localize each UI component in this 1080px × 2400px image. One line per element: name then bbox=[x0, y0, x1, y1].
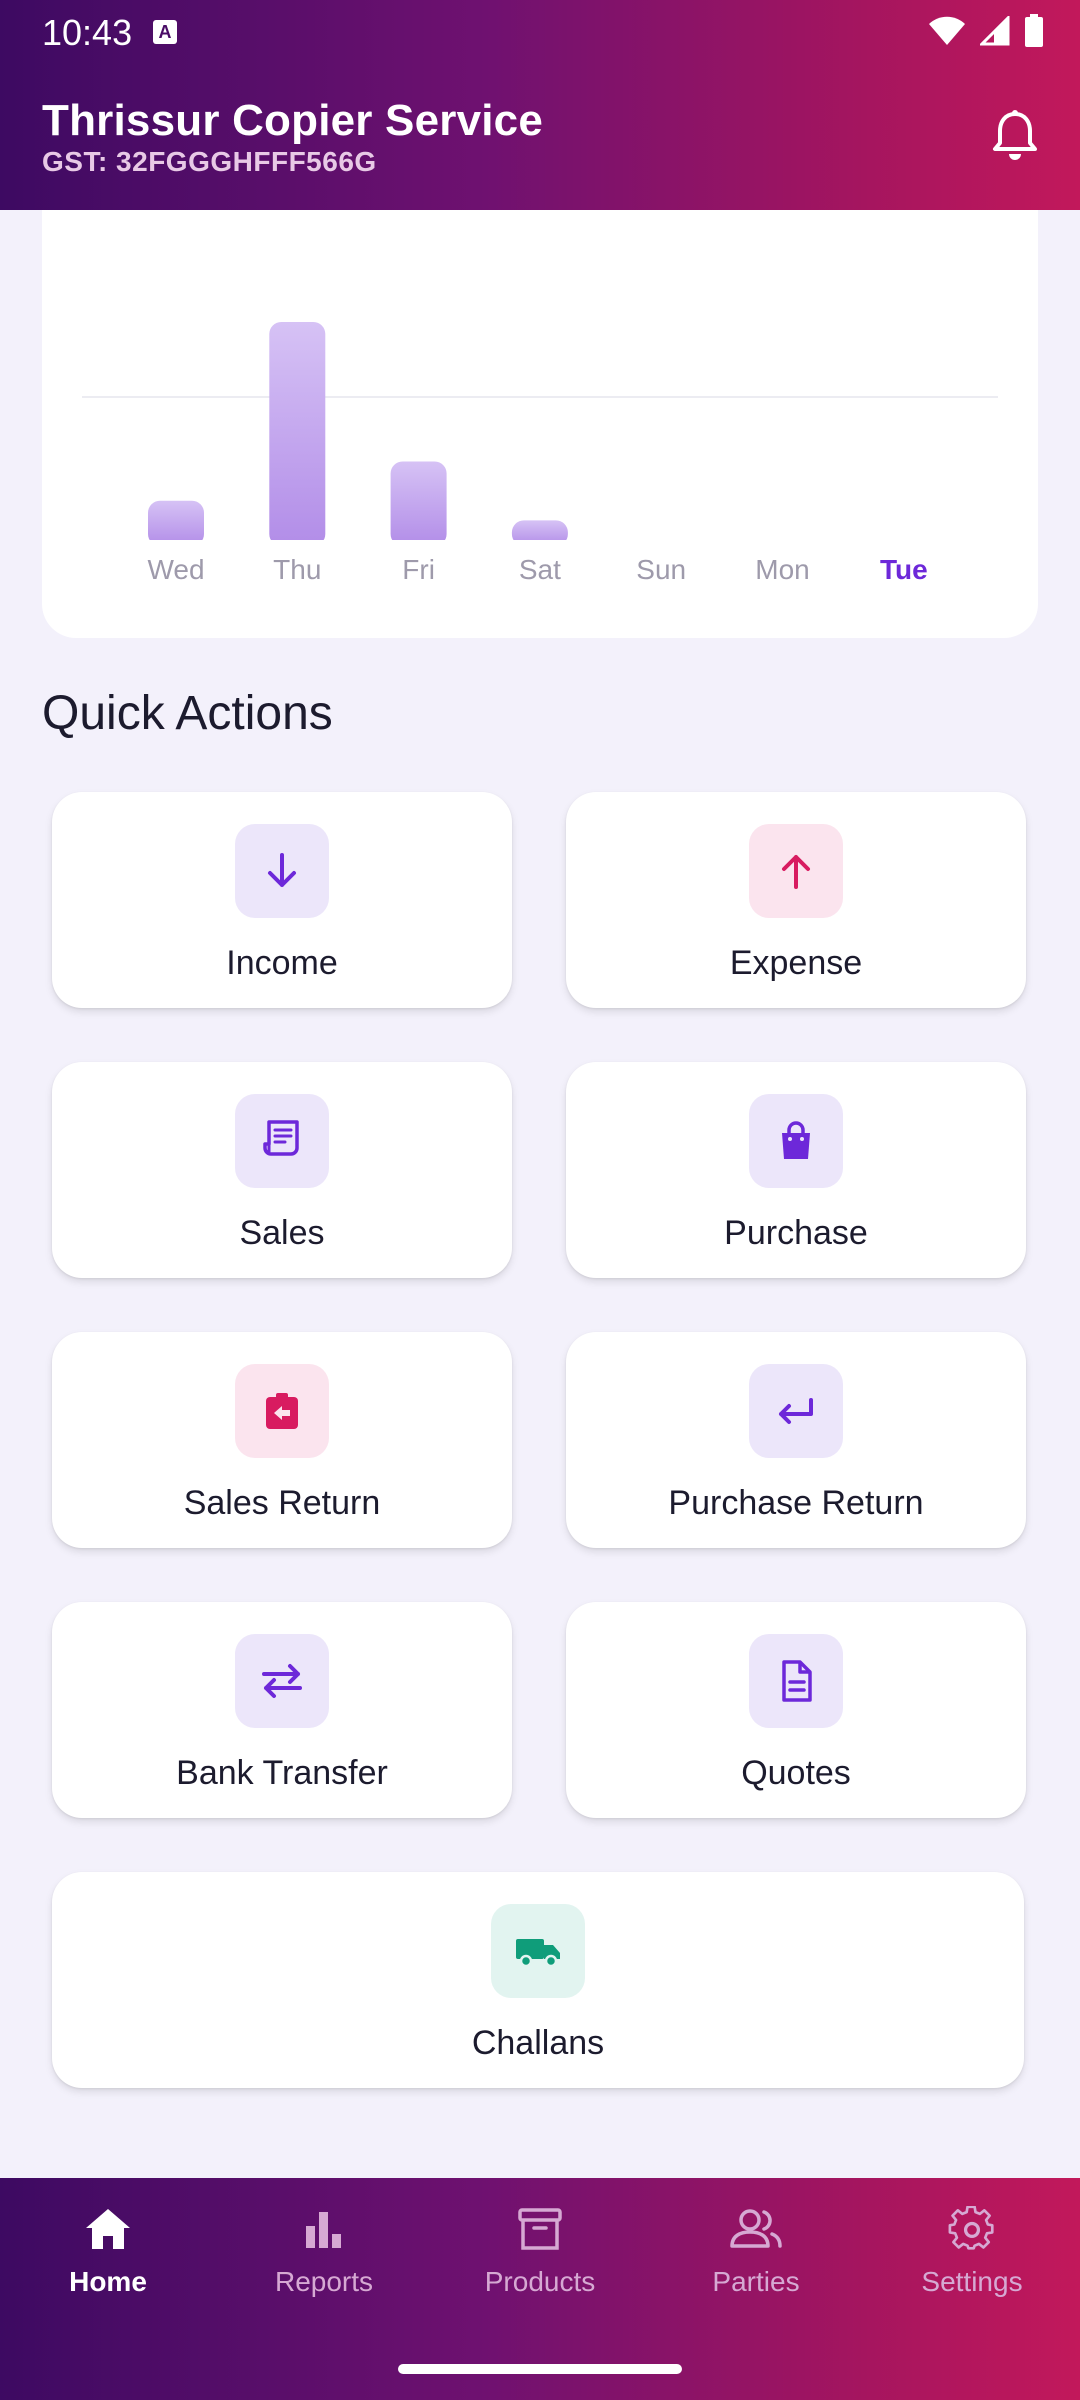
purchase-return-button[interactable]: Purchase Return bbox=[566, 1332, 1026, 1548]
sales-return-button[interactable]: Sales Return bbox=[52, 1332, 512, 1548]
signal-icon bbox=[980, 16, 1010, 46]
quotes-label: Quotes bbox=[741, 1754, 851, 1792]
quick-actions-title: Quick Actions bbox=[42, 687, 333, 740]
nav-parties[interactable]: Parties bbox=[648, 2206, 864, 2326]
gst-number: GST: 32FGGGHFFF566G bbox=[42, 146, 377, 177]
expense-label: Expense bbox=[729, 944, 863, 982]
sales-button[interactable]: Sales bbox=[52, 1062, 512, 1278]
chart-label-thu: Thu bbox=[273, 554, 321, 585]
chart-label-tue: Tue bbox=[880, 554, 928, 585]
arrow-up-icon bbox=[749, 824, 843, 918]
nav-reports-label: Reports bbox=[274, 2266, 374, 2297]
purchase-return-label: Purchase Return bbox=[668, 1484, 924, 1522]
notification-bell-icon[interactable] bbox=[990, 108, 1040, 162]
purchase-button[interactable]: Purchase bbox=[566, 1062, 1026, 1278]
bank-transfer-button[interactable]: Bank Transfer bbox=[52, 1602, 512, 1818]
chart-bar-wed bbox=[148, 500, 204, 546]
challans-label: Challans bbox=[471, 2024, 605, 2062]
chart-label-wed: Wed bbox=[147, 554, 204, 585]
nav-reports[interactable]: Reports bbox=[216, 2206, 432, 2326]
purchase-label: Purchase bbox=[724, 1214, 868, 1252]
status-time: 10:43 bbox=[42, 12, 133, 53]
notification-a-icon: A bbox=[153, 20, 177, 44]
nav-parties-label: Parties bbox=[712, 2266, 800, 2297]
app-header: 10:43 A Thrissur Copier Service GST: 32F… bbox=[0, 0, 1080, 210]
income-label: Income bbox=[226, 944, 338, 982]
users-icon bbox=[730, 2209, 782, 2248]
receipt-icon bbox=[235, 1094, 329, 1188]
business-name: Thrissur Copier Service bbox=[42, 96, 544, 145]
transfer-arrows-icon bbox=[235, 1634, 329, 1728]
bar-chart-icon bbox=[306, 2212, 341, 2248]
wifi-icon bbox=[929, 16, 965, 45]
bank-transfer-label: Bank Transfer bbox=[176, 1754, 388, 1792]
nav-products-label: Products bbox=[484, 2266, 596, 2297]
chart-label-mon: Mon bbox=[755, 554, 809, 585]
chart-label-fri: Fri bbox=[402, 554, 435, 585]
nav-products[interactable]: Products bbox=[432, 2206, 648, 2326]
chart-bar-thu bbox=[269, 322, 326, 546]
truck-icon bbox=[491, 1904, 585, 1998]
archive-box-icon bbox=[518, 2208, 562, 2250]
status-bar: 10:43 A bbox=[0, 0, 1080, 62]
sales-return-label: Sales Return bbox=[183, 1484, 381, 1522]
status-icons bbox=[928, 14, 1044, 48]
nav-settings-label: Settings bbox=[921, 2266, 1023, 2297]
weekly-chart-card: Wed Thu Fri Sat Sun Mon Tue bbox=[42, 210, 1038, 638]
nav-settings[interactable]: Settings bbox=[864, 2206, 1080, 2326]
chart-bar-fri bbox=[390, 461, 447, 546]
expense-button[interactable]: Expense bbox=[566, 792, 1026, 1008]
challans-button[interactable]: Challans bbox=[52, 1872, 1024, 2088]
arrow-down-icon bbox=[235, 824, 329, 918]
return-clipboard-icon bbox=[235, 1364, 329, 1458]
shopping-bag-icon bbox=[749, 1094, 843, 1188]
gesture-handle bbox=[398, 2364, 682, 2374]
return-arrow-icon bbox=[749, 1364, 843, 1458]
chart-label-sun: Sun bbox=[636, 554, 686, 585]
battery-icon bbox=[1025, 14, 1043, 47]
home-icon bbox=[86, 2209, 130, 2249]
chart-label-sat: Sat bbox=[519, 554, 561, 585]
nav-home[interactable]: Home bbox=[0, 2206, 216, 2326]
quotes-button[interactable]: Quotes bbox=[566, 1602, 1026, 1818]
chart-baseline-mask bbox=[42, 540, 1038, 548]
gear-icon bbox=[948, 2206, 994, 2250]
document-icon bbox=[749, 1634, 843, 1728]
nav-home-label: Home bbox=[69, 2266, 147, 2297]
income-button[interactable]: Income bbox=[52, 792, 512, 1008]
sales-label: Sales bbox=[239, 1214, 325, 1252]
weekly-bar-chart: Wed Thu Fri Sat Sun Mon Tue bbox=[42, 322, 1038, 585]
